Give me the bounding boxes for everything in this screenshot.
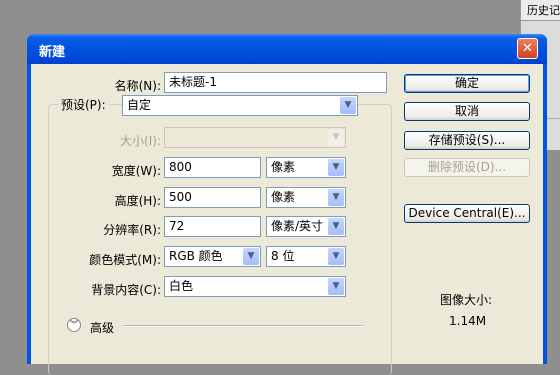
dialog-body: 名称(N): 未标题-1 预设(P): 自定 ▼ 大小(I): ▼ 宽度(W):…	[31, 64, 543, 375]
chevron-down-icon: ▼	[328, 248, 344, 265]
name-input[interactable]: 未标题-1	[164, 72, 387, 93]
height-label: 高度(H):	[114, 194, 161, 208]
width-unit-value: 像素	[271, 160, 296, 174]
preset-value: 自定	[127, 98, 152, 112]
chevron-down-icon: ▼	[340, 97, 356, 114]
width-input[interactable]: 800	[164, 157, 261, 178]
width-unit-select[interactable]: 像素 ▼	[266, 157, 346, 178]
background-contents-select[interactable]: 白色 ▼	[164, 276, 346, 297]
height-unit-value: 像素	[271, 190, 296, 204]
delete-preset-button[interactable]: 删除预设(D)...	[404, 158, 530, 177]
resolution-input[interactable]: 72	[164, 216, 261, 237]
advanced-label[interactable]: 高级	[90, 319, 114, 336]
ok-button[interactable]: 确定	[404, 74, 530, 93]
background-contents-label: 背景内容(C):	[91, 283, 161, 297]
close-icon: ✕	[522, 41, 533, 56]
double-chevron-down-icon[interactable]: ︾	[67, 318, 81, 332]
advanced-divider	[123, 325, 363, 327]
image-size-label: 图像大小:	[440, 293, 493, 307]
width-label: 宽度(W):	[111, 164, 161, 178]
name-label: 名称(N):	[114, 79, 161, 93]
preset-select[interactable]: 自定 ▼	[122, 95, 358, 116]
height-unit-select[interactable]: 像素 ▼	[266, 187, 346, 208]
bit-depth-select[interactable]: 8 位 ▼	[266, 246, 346, 267]
chevron-down-icon: ▼	[243, 248, 259, 265]
close-button[interactable]: ✕	[517, 38, 538, 59]
resolution-unit-value: 像素/英寸	[271, 219, 324, 233]
resolution-label: 分辨率(R):	[103, 223, 161, 237]
cancel-button[interactable]: 取消	[404, 102, 530, 121]
dialog-title: 新建	[39, 45, 66, 60]
chevron-down-icon: ▼	[328, 129, 344, 146]
color-mode-value: RGB 颜色	[169, 249, 223, 263]
dialog-titlebar[interactable]: 新建 ✕	[27, 34, 547, 64]
size-label: 大小(I):	[120, 134, 161, 148]
device-central-button[interactable]: Device Central(E)...	[404, 204, 530, 223]
preset-label: 预设(P):	[58, 96, 109, 113]
chevron-down-icon: ▼	[328, 278, 344, 295]
history-panel-header[interactable]: 历史记	[521, 0, 560, 21]
image-size-value: 1.14M	[449, 314, 487, 328]
resolution-unit-select[interactable]: 像素/英寸 ▼	[266, 216, 346, 237]
background-contents-value: 白色	[169, 279, 194, 293]
chevron-down-icon: ▼	[328, 189, 344, 206]
bit-depth-value: 8 位	[271, 249, 295, 263]
size-select[interactable]: ▼	[164, 127, 346, 148]
save-preset-button[interactable]: 存储预设(S)...	[404, 131, 530, 150]
new-document-dialog: 新建 ✕ 名称(N): 未标题-1 预设(P): 自定 ▼ 大小(I): ▼ 宽…	[27, 34, 547, 375]
color-mode-select[interactable]: RGB 颜色 ▼	[164, 246, 261, 267]
color-mode-label: 颜色模式(M):	[89, 253, 161, 267]
chevron-down-icon: ▼	[328, 159, 344, 176]
height-input[interactable]: 500	[164, 187, 261, 208]
chevron-down-icon: ▼	[328, 218, 344, 235]
